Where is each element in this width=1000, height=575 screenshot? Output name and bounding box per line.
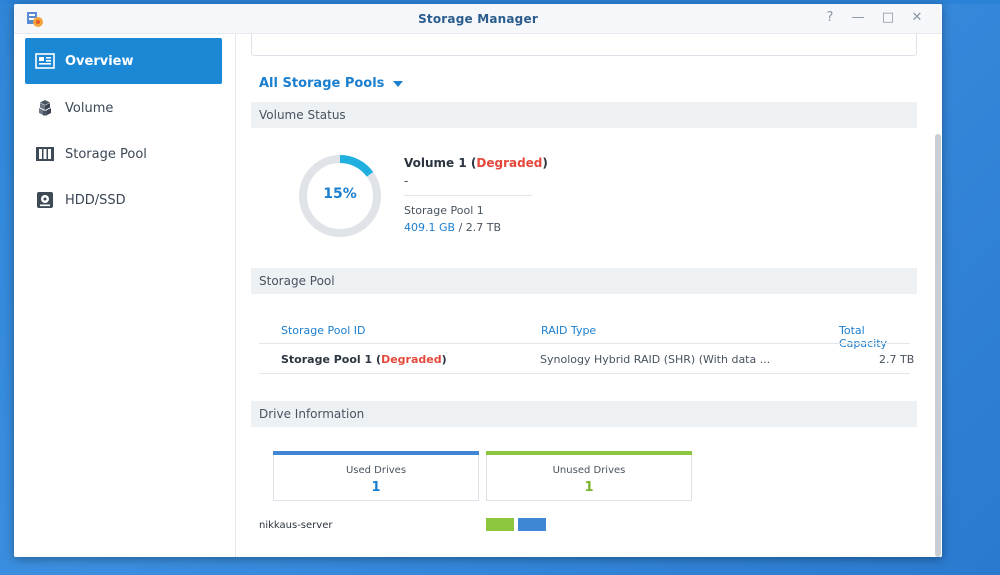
unused-drives-bar xyxy=(486,451,692,455)
hdd-icon xyxy=(35,191,55,209)
column-header-raid-type[interactable]: RAID Type xyxy=(541,324,596,337)
sidebar-item-label: Volume xyxy=(65,100,114,116)
main-content: All Storage Pools Volume Status 15% Volu… xyxy=(251,34,942,557)
used-drives-count: 1 xyxy=(371,480,381,495)
used-drives-card[interactable]: Used Drives 1 xyxy=(273,451,479,501)
volume-name-text: Volume 1 xyxy=(404,156,467,170)
sidebar: Overview Volume Storage Pool HDD/SSD xyxy=(14,34,236,557)
volume-used-capacity: 409.1 GB xyxy=(404,221,456,234)
volume-divider xyxy=(404,195,532,196)
table-cell-pool-id[interactable]: Storage Pool 1 (Degraded) xyxy=(281,353,447,366)
volume-capacity: 409.1 GB / 2.7 TB xyxy=(404,221,501,234)
storage-pool-heading: Storage Pool xyxy=(251,268,917,294)
storage-manager-window: Storage Manager ? — □ ✕ Overview Volume … xyxy=(14,4,942,557)
unused-drives-count: 1 xyxy=(584,480,594,495)
top-panel-edge xyxy=(251,34,917,56)
overview-icon xyxy=(35,52,55,70)
sidebar-item-label: Storage Pool xyxy=(65,146,147,162)
volume-pool-name: Storage Pool 1 xyxy=(404,204,484,217)
pool-status-paren-close: ) xyxy=(441,353,447,366)
volume-description: - xyxy=(404,174,409,188)
storage-pool-filter-dropdown[interactable]: All Storage Pools xyxy=(259,76,404,91)
maximize-button[interactable]: □ xyxy=(880,10,896,25)
column-header-pool-id[interactable]: Storage Pool ID xyxy=(281,324,366,337)
drive-slot-used[interactable] xyxy=(518,518,546,531)
sidebar-item-label: Overview xyxy=(65,53,134,69)
close-button[interactable]: ✕ xyxy=(909,10,925,25)
scrollbar[interactable] xyxy=(935,134,941,557)
drive-slot-unused[interactable] xyxy=(486,518,514,531)
volume-status-badge: Degraded xyxy=(476,156,543,170)
unused-drives-card[interactable]: Unused Drives 1 xyxy=(486,451,692,501)
table-cell-raid-type[interactable]: Synology Hybrid RAID (SHR) (With data ..… xyxy=(540,353,770,366)
volume-status-heading: Volume Status xyxy=(251,102,917,128)
server-name: nikkaus-server xyxy=(259,520,333,531)
sidebar-item-volume[interactable]: Volume xyxy=(25,85,222,131)
minimize-button[interactable]: — xyxy=(850,10,866,25)
pool-status-badge: Degraded xyxy=(381,353,442,366)
volume-name[interactable]: Volume 1 (Degraded) xyxy=(404,156,548,170)
storage-pool-filter-label: All Storage Pools xyxy=(259,76,385,91)
table-row-divider xyxy=(259,373,910,374)
pool-id-text: Storage Pool 1 xyxy=(281,353,373,366)
storage-pool-icon xyxy=(35,145,55,163)
capacity-separator: / xyxy=(458,221,466,234)
sidebar-item-hdd-ssd[interactable]: HDD/SSD xyxy=(25,177,222,223)
volume-icon xyxy=(35,99,55,117)
chevron-down-icon xyxy=(393,80,404,87)
help-button[interactable]: ? xyxy=(822,10,838,25)
table-cell-total-capacity[interactable]: 2.7 TB xyxy=(879,353,914,366)
sidebar-item-label: HDD/SSD xyxy=(65,192,126,208)
drive-information-heading: Drive Information xyxy=(251,401,917,427)
used-drives-bar xyxy=(273,451,479,455)
column-header-total-capacity[interactable]: Total Capacity xyxy=(839,324,910,350)
table-header-divider xyxy=(259,343,910,344)
title-bar[interactable]: Storage Manager ? — □ ✕ xyxy=(14,4,942,34)
sidebar-item-storage-pool[interactable]: Storage Pool xyxy=(25,131,222,177)
window-title: Storage Manager xyxy=(418,12,538,26)
used-drives-label: Used Drives xyxy=(345,465,407,476)
volume-status-paren-close: ) xyxy=(542,156,548,170)
sidebar-item-overview[interactable]: Overview xyxy=(25,38,222,84)
volume-total-capacity: 2.7 TB xyxy=(465,221,502,234)
unused-drives-label: Unused Drives xyxy=(552,465,626,476)
volume-usage-percent: 15% xyxy=(323,186,357,202)
